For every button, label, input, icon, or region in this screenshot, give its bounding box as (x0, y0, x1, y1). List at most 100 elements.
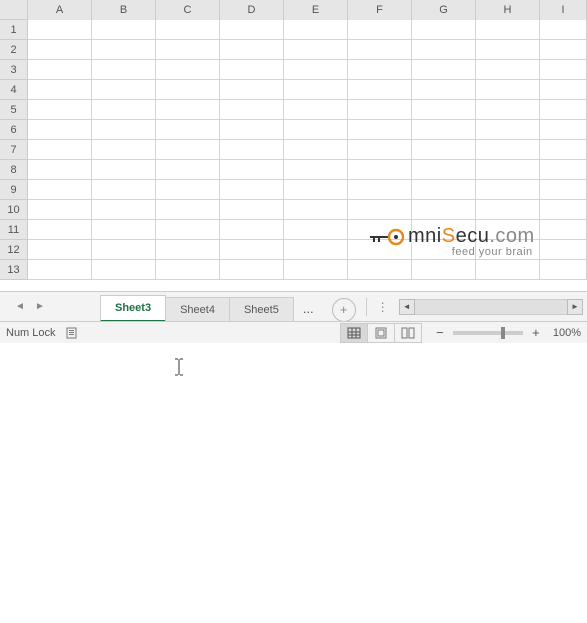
col-header-D[interactable]: D (220, 0, 284, 20)
cell[interactable] (156, 140, 220, 160)
cell[interactable] (540, 20, 587, 40)
scroll-right-icon[interactable]: ► (567, 299, 583, 315)
sheet-tab-sheet4[interactable]: Sheet4 (165, 297, 230, 322)
cell[interactable] (220, 120, 284, 140)
cell[interactable] (156, 120, 220, 140)
cell[interactable] (540, 140, 587, 160)
row-header[interactable]: 12 (0, 240, 28, 260)
cell[interactable] (540, 40, 587, 60)
cell[interactable] (348, 260, 412, 280)
scroll-thumb[interactable] (415, 300, 567, 314)
cell[interactable] (28, 140, 92, 160)
cell[interactable] (540, 120, 587, 140)
cell[interactable] (220, 220, 284, 240)
cell[interactable] (220, 200, 284, 220)
cell[interactable] (540, 200, 587, 220)
cell[interactable] (28, 100, 92, 120)
cell[interactable] (412, 180, 476, 200)
cell[interactable] (348, 100, 412, 120)
cell[interactable] (220, 180, 284, 200)
cell[interactable] (348, 120, 412, 140)
cell[interactable] (28, 160, 92, 180)
cell[interactable] (540, 220, 587, 240)
cell[interactable] (92, 60, 156, 80)
cell[interactable] (540, 60, 587, 80)
row-header[interactable]: 2 (0, 40, 28, 60)
cell[interactable] (156, 200, 220, 220)
tab-more-button[interactable]: ... (293, 295, 324, 322)
spreadsheet-grid[interactable]: A B C D E F G H I 1 2 3 4 5 6 7 8 9 10 1… (0, 0, 587, 291)
cell[interactable] (28, 260, 92, 280)
cell[interactable] (476, 160, 540, 180)
cell[interactable] (220, 240, 284, 260)
cell[interactable] (28, 240, 92, 260)
cell[interactable] (284, 200, 348, 220)
cell[interactable] (220, 40, 284, 60)
macro-record-icon[interactable] (66, 326, 80, 340)
cell[interactable] (284, 100, 348, 120)
cell[interactable] (476, 220, 540, 240)
col-header-E[interactable]: E (284, 0, 348, 20)
cell[interactable] (92, 100, 156, 120)
cell[interactable] (348, 240, 412, 260)
cell[interactable] (156, 180, 220, 200)
scroll-left-icon[interactable]: ◄ (399, 299, 415, 315)
row-header[interactable]: 5 (0, 100, 28, 120)
cell[interactable] (348, 80, 412, 100)
cell[interactable] (156, 100, 220, 120)
cell[interactable] (348, 220, 412, 240)
cell[interactable] (540, 100, 587, 120)
cell[interactable] (284, 60, 348, 80)
row-header[interactable]: 13 (0, 260, 28, 280)
cell[interactable] (412, 200, 476, 220)
cell[interactable] (28, 120, 92, 140)
cell[interactable] (476, 40, 540, 60)
cell[interactable] (156, 240, 220, 260)
normal-view-button[interactable] (340, 323, 368, 343)
row-header[interactable]: 11 (0, 220, 28, 240)
cell[interactable] (220, 100, 284, 120)
cell[interactable] (348, 40, 412, 60)
add-sheet-button[interactable]: + (332, 298, 356, 322)
cell[interactable] (284, 120, 348, 140)
cell[interactable] (92, 20, 156, 40)
cell[interactable] (348, 60, 412, 80)
sheet-tab-sheet5[interactable]: Sheet5 (229, 297, 294, 322)
cell[interactable] (284, 260, 348, 280)
cell[interactable] (412, 140, 476, 160)
cell[interactable] (476, 240, 540, 260)
cell[interactable] (92, 180, 156, 200)
col-header-C[interactable]: C (156, 0, 220, 20)
cell[interactable] (348, 180, 412, 200)
zoom-level-label[interactable]: 100% (553, 327, 581, 339)
cell[interactable] (156, 260, 220, 280)
cell[interactable] (92, 140, 156, 160)
cell[interactable] (412, 260, 476, 280)
row-header[interactable]: 3 (0, 60, 28, 80)
cell[interactable] (476, 180, 540, 200)
cell[interactable] (156, 60, 220, 80)
cell[interactable] (28, 200, 92, 220)
scroll-track[interactable] (415, 299, 567, 315)
cell[interactable] (156, 160, 220, 180)
cell[interactable] (540, 80, 587, 100)
cell[interactable] (220, 160, 284, 180)
cell[interactable] (412, 100, 476, 120)
zoom-out-button[interactable]: − (433, 326, 447, 340)
cell[interactable] (476, 120, 540, 140)
cell[interactable] (540, 160, 587, 180)
row-header[interactable]: 7 (0, 140, 28, 160)
zoom-slider[interactable] (453, 331, 523, 335)
col-header-G[interactable]: G (412, 0, 476, 20)
cell[interactable] (92, 260, 156, 280)
cell[interactable] (28, 60, 92, 80)
cell[interactable] (220, 260, 284, 280)
cell[interactable] (220, 20, 284, 40)
cell[interactable] (156, 80, 220, 100)
cell[interactable] (92, 240, 156, 260)
cell[interactable] (476, 260, 540, 280)
col-header-I[interactable]: I (540, 0, 587, 20)
page-break-view-button[interactable] (394, 323, 422, 343)
cell[interactable] (92, 160, 156, 180)
zoom-slider-thumb[interactable] (501, 327, 505, 339)
